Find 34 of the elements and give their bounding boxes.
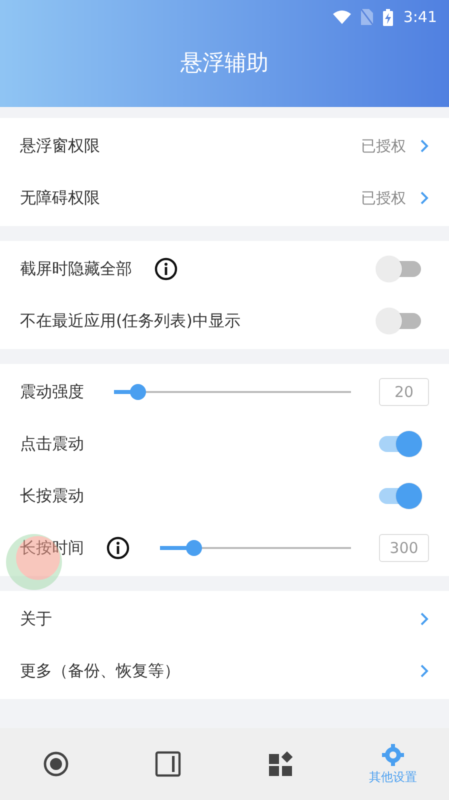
status-value: 已授权	[361, 188, 406, 208]
wifi-icon	[333, 10, 352, 24]
setting-label: 震动强度	[20, 382, 84, 402]
status-time: 3:41	[403, 8, 437, 26]
toggle-switch[interactable]	[375, 307, 423, 335]
widgets-icon	[268, 751, 294, 777]
chevron-right-icon[interactable]	[420, 612, 429, 626]
battery-charging-icon	[383, 8, 394, 26]
info-icon[interactable]	[106, 536, 130, 560]
setting-label: 不在最近应用(任务列表)中显示	[20, 310, 240, 332]
no-sim-icon	[361, 9, 374, 25]
chevron-right-icon[interactable]	[420, 139, 429, 153]
record-icon	[43, 751, 70, 777]
toggle-switch[interactable]	[375, 255, 423, 283]
page-title: 悬浮辅助	[180, 50, 270, 78]
value-field[interactable]: 300	[379, 534, 429, 562]
slider-thumb[interactable]	[186, 540, 202, 556]
setting-label: 长按震动	[20, 486, 84, 506]
gear-icon	[380, 742, 405, 766]
setting-label: 无障碍权限	[20, 188, 100, 208]
side-panel-icon	[155, 751, 182, 777]
chevron-right-icon[interactable]	[420, 191, 429, 205]
info-icon[interactable]	[154, 257, 178, 281]
setting-label: 更多（备份、恢复等）	[20, 660, 180, 682]
slider-thumb[interactable]	[130, 384, 146, 400]
chevron-right-icon[interactable]	[420, 664, 429, 678]
setting-label: 长按时间	[20, 538, 84, 558]
setting-label: 关于	[20, 608, 52, 630]
setting-label: 截屏时隐藏全部	[20, 258, 132, 280]
setting-label: 点击震动	[20, 434, 84, 454]
nav-tab[interactable]: 其他设置	[336, 742, 449, 786]
setting-label: 悬浮窗权限	[20, 136, 100, 156]
status-value: 已授权	[361, 136, 406, 156]
value-field[interactable]: 20	[379, 378, 429, 406]
